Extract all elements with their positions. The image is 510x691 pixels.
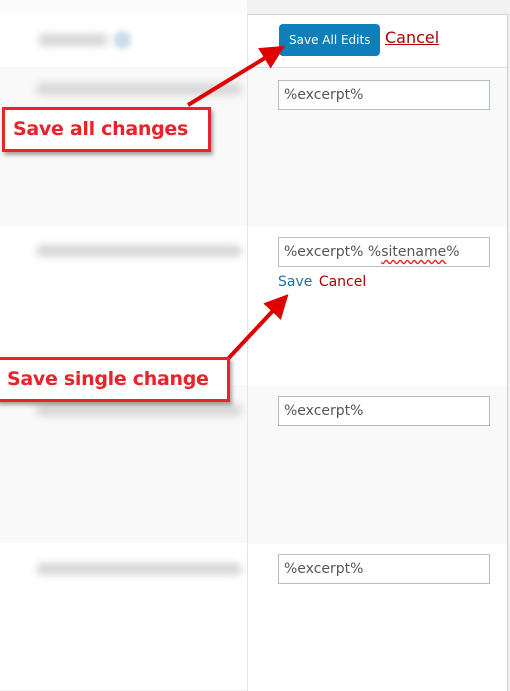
misspelled-word: sitename	[381, 244, 447, 260]
bulk-edit-column: Save All Edits Cancel %excerpt% %excerpt…	[247, 14, 508, 691]
blurred-row-cell	[0, 385, 247, 543]
cancel-all-link[interactable]: Cancel	[385, 28, 439, 47]
description-input[interactable]: %excerpt%	[278, 80, 490, 110]
callout-save-single: Save single change	[0, 357, 230, 402]
link-icon	[113, 31, 131, 49]
blurred-header-cell	[0, 14, 247, 67]
blurred-post-title	[36, 83, 242, 95]
column-header: Save All Edits Cancel	[248, 15, 507, 68]
blurred-post-title	[36, 245, 242, 257]
input-text-suffix: %	[446, 244, 460, 260]
blurred-post-title	[36, 563, 242, 575]
blurred-post-column	[0, 0, 247, 690]
table-row: %excerpt% %sitename% Save Cancel	[248, 227, 507, 386]
table-row: %excerpt%	[248, 68, 507, 227]
blurred-column-title	[38, 34, 108, 46]
save-link[interactable]: Save	[278, 274, 312, 290]
table-row: %excerpt%	[248, 544, 507, 691]
table-row: %excerpt%	[248, 386, 507, 544]
blurred-post-title	[36, 404, 242, 416]
description-input[interactable]: %excerpt% %sitename%	[278, 237, 490, 267]
description-input[interactable]: %excerpt%	[278, 554, 490, 584]
save-all-edits-button[interactable]: Save All Edits	[279, 24, 381, 56]
input-text: %excerpt% %	[284, 244, 382, 260]
row-actions: Save Cancel	[278, 274, 366, 290]
blurred-row-cell	[0, 543, 247, 690]
description-input[interactable]: %excerpt%	[278, 396, 490, 426]
cancel-link[interactable]: Cancel	[319, 274, 366, 290]
callout-save-all: Save all changes	[2, 107, 211, 152]
